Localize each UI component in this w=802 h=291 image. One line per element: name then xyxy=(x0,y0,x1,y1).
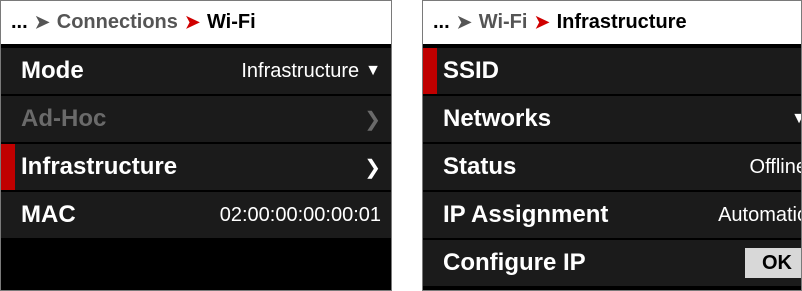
row-value: Offline xyxy=(749,155,802,178)
row-label: MAC xyxy=(21,201,76,228)
breadcrumb-ellipsis[interactable]: ... xyxy=(433,11,450,34)
row-label: Ad-Hoc xyxy=(21,105,107,132)
menu-row-ip-assignment[interactable]: IP Assignment Automatic xyxy=(423,192,801,238)
menu-row-mac: MAC 02:00:00:00:00:01 xyxy=(1,192,391,238)
row-value: Infrastructure xyxy=(241,59,360,82)
menu-row-mode[interactable]: Mode Infrastructure ▼ xyxy=(1,48,391,94)
row-label: Configure IP xyxy=(443,249,586,276)
menu-row-ssid[interactable]: SSID xyxy=(423,48,801,94)
row-label: Mode xyxy=(21,57,84,84)
selection-indicator xyxy=(423,48,437,94)
chevron-right-icon: ❯ xyxy=(364,108,381,131)
ok-button[interactable]: OK xyxy=(745,248,801,278)
chevron-right-icon: ➤ xyxy=(34,12,50,32)
breadcrumb-current: Infrastructure xyxy=(556,11,687,33)
caret-down-icon: ▼ xyxy=(365,62,381,79)
breadcrumb: ... ➤ Wi-Fi ➤ Infrastructure xyxy=(423,1,801,46)
row-label: Status xyxy=(443,153,517,180)
menu-row-networks[interactable]: Networks ▼ xyxy=(423,96,801,142)
chevron-right-icon: ❯ xyxy=(364,156,381,179)
selection-indicator xyxy=(1,144,15,190)
breadcrumb: ... ➤ Connections ➤ Wi-Fi xyxy=(1,1,391,46)
mode-select[interactable]: Infrastructure ▼ xyxy=(241,60,381,83)
infrastructure-menu-panel: ... ➤ Wi-Fi ➤ Infrastructure SSID Networ… xyxy=(422,0,802,291)
menu-row-ad-hoc: Ad-Hoc ❯ xyxy=(1,96,391,142)
menu-row-configure-ip[interactable]: Configure IP OK xyxy=(423,240,801,286)
row-label: SSID xyxy=(443,57,500,84)
chevron-right-icon: ➤ xyxy=(184,12,200,32)
chevron-right-icon: ➤ xyxy=(456,12,472,32)
row-label: Networks xyxy=(443,105,552,132)
chevron-right-icon: ➤ xyxy=(534,12,550,32)
row-label: IP Assignment xyxy=(443,201,609,228)
breadcrumb-parent[interactable]: Wi-Fi xyxy=(479,11,528,34)
breadcrumb-parent[interactable]: Connections xyxy=(57,11,178,34)
row-value: 02:00:00:00:00:01 xyxy=(219,203,381,226)
row-value[interactable]: Automatic xyxy=(718,204,801,227)
breadcrumb-current: Wi-Fi xyxy=(206,11,256,33)
wifi-menu-panel: ... ➤ Connections ➤ Wi-Fi Mode Infrastru… xyxy=(0,0,392,291)
menu-row-infrastructure[interactable]: Infrastructure ❯ xyxy=(1,144,391,190)
row-label: Infrastructure xyxy=(21,153,178,180)
menu-row-status: Status Offline xyxy=(423,144,801,190)
caret-down-icon[interactable]: ▼ xyxy=(791,110,801,128)
breadcrumb-ellipsis[interactable]: ... xyxy=(11,11,28,34)
